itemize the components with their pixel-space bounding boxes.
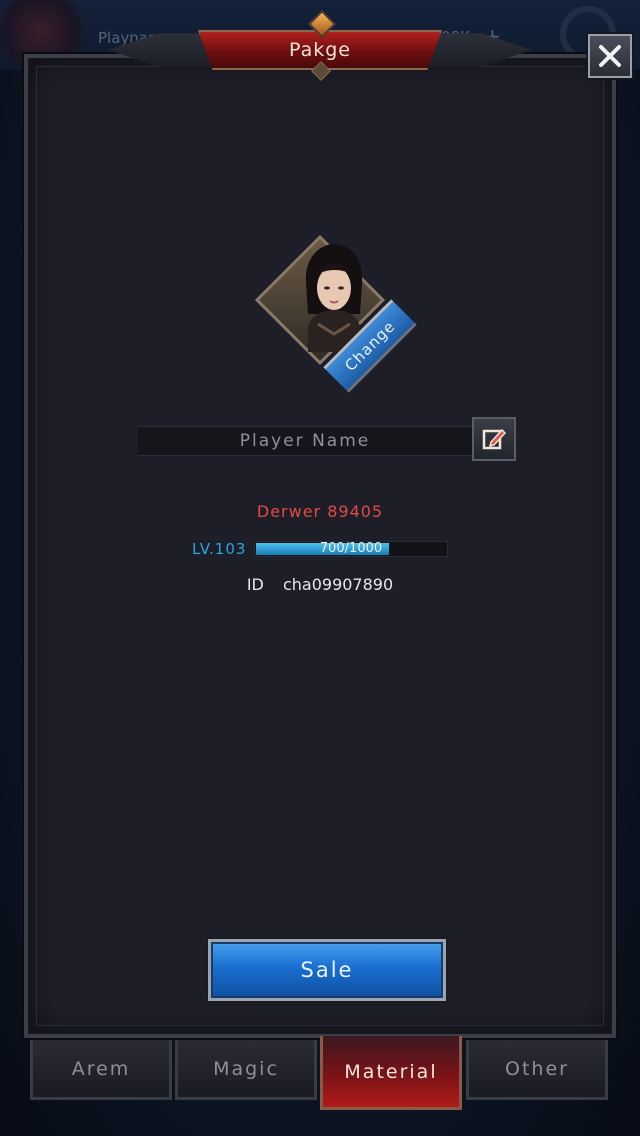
close-icon	[599, 45, 621, 67]
tab-other[interactable]: Other	[466, 1040, 608, 1100]
edit-icon	[482, 428, 507, 450]
edit-name-button[interactable]	[472, 417, 516, 461]
id-label: ID	[246, 575, 264, 594]
close-button[interactable]	[588, 34, 632, 78]
tab-arem[interactable]: Arem	[30, 1040, 172, 1100]
player-id-row: ID cha09907890	[0, 575, 640, 594]
id-value: cha09907890	[282, 575, 394, 594]
tab-material[interactable]: Material	[320, 1036, 462, 1110]
exp-text: 700/1000	[319, 541, 383, 556]
sale-button[interactable]: Sale	[208, 939, 446, 1001]
level-label: LV.103	[192, 540, 247, 558]
player-name-field[interactable]: Player Name	[138, 426, 472, 456]
avatar-portrait[interactable]: Change	[254, 234, 417, 393]
combat-power: Derwer 89405	[256, 502, 384, 521]
tab-magic[interactable]: Magic	[175, 1040, 317, 1100]
